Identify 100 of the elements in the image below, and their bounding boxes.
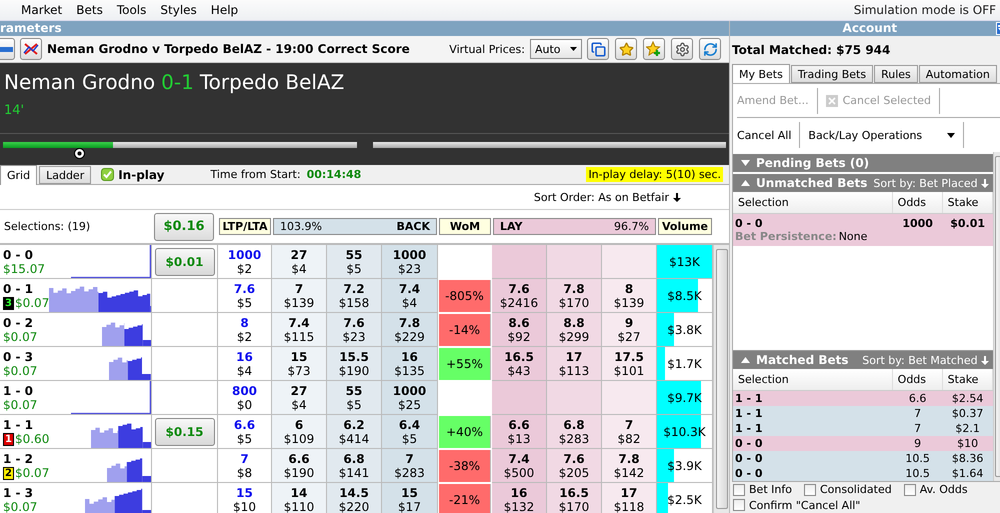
back-price-cell[interactable]: 7.4 $4 (382, 279, 438, 313)
sort-order[interactable]: Sort Order: As on Betfair (534, 190, 669, 204)
menu-item[interactable]: Styles (153, 3, 204, 17)
refresh-button[interactable] (699, 38, 721, 60)
back-price-cell[interactable]: 15 $17 (382, 483, 438, 513)
back-price-cell[interactable]: 7 $139 (272, 279, 327, 313)
column-header[interactable]: Selection (733, 369, 893, 390)
chart-button[interactable] (20, 38, 42, 60)
lay-price-cell[interactable]: 6.6 $13 (492, 415, 547, 449)
menu-item[interactable]: Market (14, 3, 70, 17)
lay-price-cell[interactable] (492, 381, 547, 415)
volume-header[interactable]: Volume (658, 218, 712, 235)
bets-tab[interactable]: Automation (918, 65, 997, 83)
collapse-button[interactable] (0, 38, 15, 60)
lay-price-cell[interactable]: 7.4 $500 (492, 449, 547, 483)
lay-price-cell[interactable] (602, 381, 657, 415)
star-plus-button[interactable] (643, 38, 665, 60)
back-price-cell[interactable]: 6.4 $5 (382, 415, 438, 449)
back-price-cell[interactable]: 7 $283 (382, 449, 438, 483)
minus-icon (0, 46, 12, 52)
star-button[interactable] (615, 38, 637, 60)
lay-price-cell[interactable]: 16.5 $170 (547, 483, 602, 513)
bet-row[interactable]: 1 - 1 6.6 $2.54 (733, 391, 993, 406)
bet-row[interactable]: 1 - 1 7 $0.37 (733, 406, 993, 421)
lay-price-cell[interactable]: 17 $118 (602, 483, 657, 513)
menu-item[interactable]: Help (204, 3, 246, 17)
back-price-cell[interactable]: 7.6 $23 (327, 313, 382, 347)
back-price-cell[interactable]: 15.5 $190 (327, 347, 382, 381)
checkbox[interactable] (733, 499, 745, 511)
lay-price-cell[interactable]: 16 $132 (492, 483, 547, 513)
bet-row[interactable]: 0 - 0 9 $10 (733, 436, 993, 451)
back-price-cell[interactable]: 15 $73 (272, 347, 327, 381)
profit-button[interactable]: $0.01 (154, 248, 214, 276)
total-pl-button[interactable]: $0.16 (154, 212, 214, 240)
bets-tab[interactable]: Trading Bets (790, 65, 874, 83)
lay-price-cell[interactable] (547, 245, 602, 279)
bet-row[interactable]: 0 - 0 1000 $0.01 Bet Persistence: None (733, 214, 993, 246)
menu-item[interactable]: Tools (110, 3, 154, 17)
scrollbar[interactable] (713, 245, 729, 513)
collapse-icon[interactable] (741, 180, 750, 186)
checkbox[interactable] (733, 484, 745, 496)
lay-price-cell[interactable]: 17.5 $101 (602, 347, 657, 381)
column-header[interactable]: Selection (733, 192, 893, 213)
action-button[interactable]: Cancel All (737, 122, 800, 148)
column-header[interactable]: Odds (892, 369, 943, 390)
back-price-cell[interactable]: 6 $109 (272, 415, 327, 449)
lay-price-cell[interactable]: 17 $113 (547, 347, 602, 381)
back-price-cell[interactable]: 1000 $25 (382, 381, 438, 415)
back-price-cell[interactable]: 7.8 $229 (382, 313, 438, 347)
dropdown-button[interactable]: Back/Lay Operations (808, 122, 964, 148)
back-price-cell[interactable]: 55 $5 (327, 381, 382, 415)
back-price-cell[interactable]: 6.6 $190 (272, 449, 327, 483)
sort-by[interactable]: Sort by: Bet Placed (873, 176, 978, 190)
lay-price-cell[interactable]: 7.6 $205 (547, 449, 602, 483)
bets-tab[interactable]: My Bets (732, 64, 790, 84)
bet-row[interactable]: 0 - 0 10.5 $1.64 (733, 466, 993, 481)
back-price-cell[interactable]: 27 $4 (272, 245, 327, 279)
back-price-cell[interactable]: 1000 $23 (382, 245, 438, 279)
lay-price-cell[interactable]: 7.8 $142 (602, 449, 657, 483)
lay-price-cell[interactable]: 7.6 $2416 (492, 279, 547, 313)
bet-row[interactable]: 0 - 0 10.5 $8.36 (733, 451, 993, 466)
checkbox[interactable] (804, 484, 816, 496)
back-price-cell[interactable]: 27 $4 (272, 381, 327, 415)
collapse-icon[interactable] (741, 357, 750, 363)
back-price-cell[interactable]: 6.8 $141 (327, 449, 382, 483)
window-button[interactable] (587, 38, 609, 60)
settings-button[interactable] (671, 38, 693, 60)
virtual-prices-select[interactable]: Auto (530, 39, 582, 59)
time-label: Time from Start: (210, 168, 301, 181)
ltp-header[interactable]: LTP/LTA (219, 218, 271, 235)
lay-price-cell[interactable] (492, 245, 547, 279)
expand-icon[interactable] (741, 160, 750, 166)
lay-price-cell[interactable]: 7.8 $170 (547, 279, 602, 313)
column-header[interactable]: Odds (892, 192, 943, 213)
lay-price-cell[interactable]: 6.8 $283 (547, 415, 602, 449)
back-price-cell[interactable]: 6.2 $414 (327, 415, 382, 449)
menu-item[interactable]: Bets (69, 3, 110, 17)
sort-by[interactable]: Sort by: Bet Matched (862, 354, 978, 366)
profit-button[interactable]: $0.15 (154, 418, 214, 446)
view-tab[interactable]: Grid (0, 165, 38, 185)
back-price-cell[interactable]: 14 $110 (272, 483, 327, 513)
lay-price-cell[interactable]: 8.6 $92 (492, 313, 547, 347)
lay-price-cell[interactable]: 8.8 $299 (547, 313, 602, 347)
lay-price-cell[interactable] (602, 245, 657, 279)
back-price-cell[interactable]: 7.2 $158 (327, 279, 382, 313)
view-tab[interactable]: Ladder (39, 166, 92, 184)
bet-row[interactable]: 1 - 1 7 $2.1 (733, 421, 993, 436)
back-price-cell[interactable]: 7.4 $115 (272, 313, 327, 347)
back-price-cell[interactable]: 55 $5 (327, 245, 382, 279)
bets-tab[interactable]: Rules (874, 65, 918, 83)
checkbox[interactable] (904, 484, 916, 496)
wom-header[interactable]: WoM (439, 218, 491, 235)
lay-price-cell[interactable] (547, 381, 602, 415)
lay-price-cell[interactable]: 7 $82 (602, 415, 657, 449)
in-play-checkbox[interactable] (101, 168, 114, 181)
lay-price-cell[interactable]: 9 $27 (602, 313, 657, 347)
back-price-cell[interactable]: 16 $135 (382, 347, 438, 381)
lay-price-cell[interactable]: 16.5 $43 (492, 347, 547, 381)
back-price-cell[interactable]: 14.5 $220 (327, 483, 382, 513)
lay-price-cell[interactable]: 8 $139 (602, 279, 657, 313)
